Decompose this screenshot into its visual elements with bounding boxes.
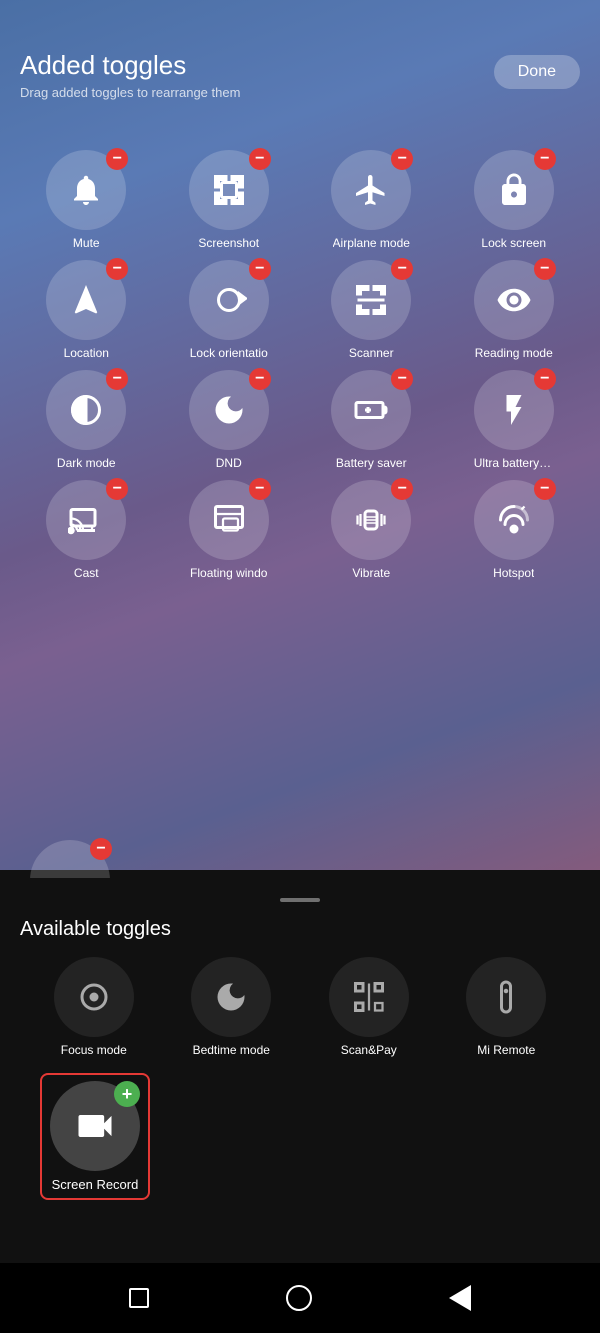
plus-badge: + [114, 1081, 140, 1107]
minus-badge[interactable]: − [249, 368, 271, 390]
bolt-icon [496, 392, 532, 428]
minus-badge[interactable]: − [534, 148, 556, 170]
minus-badge[interactable]: − [391, 258, 413, 280]
minus-badge[interactable]: − [534, 368, 556, 390]
dark-mode-icon [68, 392, 104, 428]
airplane-icon [353, 172, 389, 208]
toggle-vibrate[interactable]: − Vibrate [305, 480, 438, 580]
minus-badge[interactable]: − [391, 148, 413, 170]
toggle-reading-mode[interactable]: − Reading mode [448, 260, 581, 360]
minus-badge[interactable]: − [106, 478, 128, 500]
avail-scan-pay-label: Scan&Pay [341, 1043, 397, 1057]
toggle-hotspot-label: Hotspot [493, 566, 534, 580]
section-subtitle: Drag added toggles to rearrange them [20, 85, 580, 100]
home-button[interactable] [286, 1285, 312, 1311]
toggle-lock-screen[interactable]: − Lock screen [448, 150, 581, 250]
scan-pay-icon [329, 957, 409, 1037]
recent-apps-button[interactable] [129, 1288, 149, 1308]
minus-badge[interactable]: − [534, 478, 556, 500]
toggle-lock-orientation[interactable]: − Lock orientatio [163, 260, 296, 360]
toggle-ultra-battery[interactable]: − Ultra battery sa [448, 370, 581, 470]
toggle-reading-mode-label: Reading mode [475, 346, 553, 360]
available-section-title: Available toggles [20, 918, 580, 941]
avail-mi-remote[interactable]: Mi Remote [443, 957, 571, 1057]
toggle-ultra-battery-label: Ultra battery sa [474, 456, 554, 470]
lock-icon [496, 172, 532, 208]
screen-record-circle: + [50, 1081, 140, 1171]
avail-mi-remote-label: Mi Remote [477, 1043, 535, 1057]
added-toggles-grid: − Mute − Screenshot [10, 150, 590, 580]
done-button[interactable]: Done [494, 55, 580, 89]
scanner-icon [353, 282, 389, 318]
back-button[interactable] [449, 1285, 471, 1311]
location-icon [68, 282, 104, 318]
cast-icon [68, 502, 104, 538]
toggle-cast[interactable]: − Cast [20, 480, 153, 580]
float-icon [211, 502, 247, 538]
toggle-lock-screen-label: Lock screen [481, 236, 546, 250]
toggle-screenshot[interactable]: − Screenshot [163, 150, 296, 250]
avail-focus-mode[interactable]: Focus mode [30, 957, 158, 1057]
mi-remote-icon [466, 957, 546, 1037]
toggle-scanner[interactable]: − Scanner [305, 260, 438, 360]
toggle-location[interactable]: − Location [20, 260, 153, 360]
navigation-bar [0, 1263, 600, 1333]
minus-badge[interactable]: − [249, 148, 271, 170]
screen-record-wrapper: + Screen Record [20, 1073, 580, 1200]
toggle-vibrate-label: Vibrate [352, 566, 390, 580]
avail-bedtime-label: Bedtime mode [193, 1043, 270, 1057]
toggle-battery-saver[interactable]: − Battery saver [305, 370, 438, 470]
toggle-airplane-label: Airplane mode [333, 236, 410, 250]
toggle-dnd[interactable]: − DND [163, 370, 296, 470]
partial-toggle: − [30, 840, 110, 880]
screen-record-box[interactable]: + Screen Record [40, 1073, 150, 1200]
screen-record-label: Screen Record [52, 1177, 139, 1192]
toggle-dark-mode[interactable]: − Dark mode [20, 370, 153, 470]
toggle-airplane[interactable]: − Airplane mode [305, 150, 438, 250]
minus-badge[interactable]: − [391, 478, 413, 500]
toggle-cast-label: Cast [74, 566, 99, 580]
toggle-dark-mode-label: Dark mode [57, 456, 116, 470]
minus-badge[interactable]: − [106, 258, 128, 280]
toggle-hotspot[interactable]: − Hotspot [448, 480, 581, 580]
bell-icon [68, 172, 104, 208]
minus-badge[interactable]: − [391, 368, 413, 390]
rotate-icon [211, 282, 247, 318]
minus-badge[interactable]: − [90, 838, 112, 860]
moon-icon [211, 392, 247, 428]
avail-scan-pay[interactable]: Scan&Pay [305, 957, 433, 1057]
toggle-floating-window[interactable]: − Floating windo [163, 480, 296, 580]
bedtime-mode-icon [191, 957, 271, 1037]
toggle-battery-saver-label: Battery saver [336, 456, 407, 470]
toggle-floating-window-label: Floating windo [190, 566, 267, 580]
available-toggles-section: Available toggles Focus mode Bedtime mod… [0, 878, 600, 1200]
vibrate-icon [353, 502, 389, 538]
eye-icon [496, 282, 532, 318]
video-camera-icon [73, 1104, 117, 1148]
hotspot-icon [496, 502, 532, 538]
minus-badge[interactable]: − [106, 368, 128, 390]
toggle-scanner-label: Scanner [349, 346, 394, 360]
drag-handle [280, 898, 320, 902]
screenshot-icon [211, 172, 247, 208]
battery-icon [353, 392, 389, 428]
minus-badge[interactable]: − [249, 478, 271, 500]
available-toggles-grid: Focus mode Bedtime mode Scan&Pay [20, 957, 580, 1057]
toggle-location-label: Location [64, 346, 109, 360]
avail-bedtime-mode[interactable]: Bedtime mode [168, 957, 296, 1057]
toggle-mute-label: Mute [73, 236, 100, 250]
avail-focus-label: Focus mode [61, 1043, 127, 1057]
toggle-dnd-label: DND [216, 456, 242, 470]
minus-badge[interactable]: − [249, 258, 271, 280]
minus-badge[interactable]: − [106, 148, 128, 170]
toggle-mute[interactable]: − Mute [20, 150, 153, 250]
toggle-lock-orientation-label: Lock orientatio [190, 346, 268, 360]
toggle-screenshot-label: Screenshot [198, 236, 259, 250]
minus-badge[interactable]: − [534, 258, 556, 280]
focus-mode-icon [54, 957, 134, 1037]
